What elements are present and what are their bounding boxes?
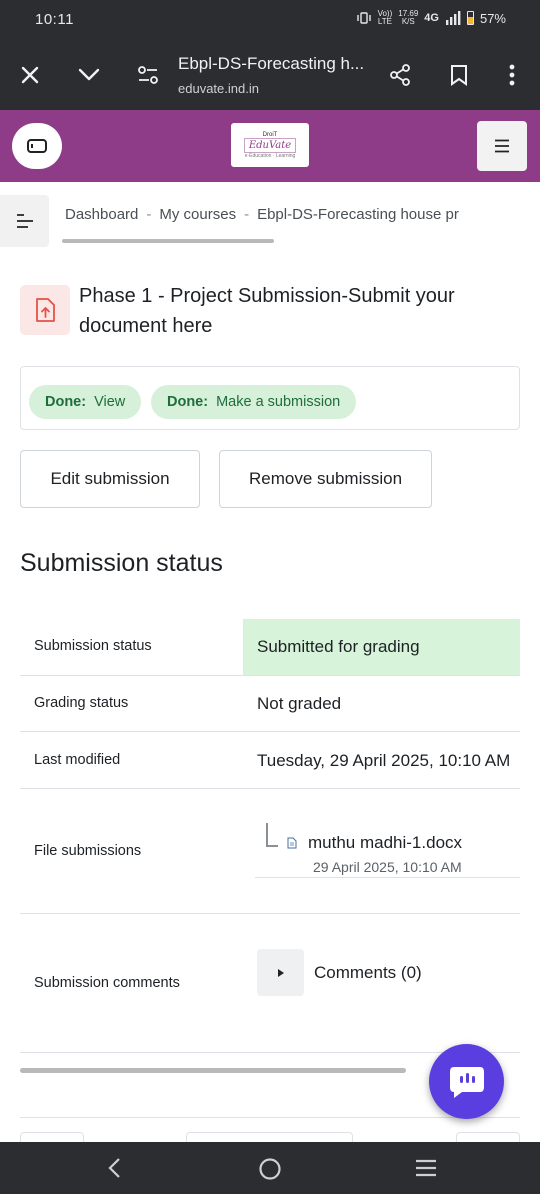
clock: 10:11 [35,11,74,28]
back-icon[interactable] [106,1157,122,1179]
site-logo[interactable]: DroiT EduVate e·Education · Learning [231,123,309,167]
network-type: 4G [424,12,439,24]
row-value: Tuesday, 29 April 2025, 10:10 AM [257,751,511,770]
edit-submission-button[interactable]: Edit submission [20,450,200,508]
breadcrumb-course[interactable]: Ebpl-DS-Forecasting house pr [257,206,459,223]
breadcrumb-separator: - [146,206,152,223]
completion-badge-submission: Done: Make a submission [151,385,357,419]
table-row-last-modified: Last modified Tuesday, 29 April 2025, 10… [20,732,520,789]
expand-triangle-icon [277,968,284,977]
status-icons: Vo)) LTE 17.69 K/S 4G 57% [356,10,506,26]
bookmark-icon[interactable] [446,62,472,88]
section-heading: Submission status [20,549,223,577]
main-menu-button[interactable] [477,121,527,171]
course-index-toggle[interactable] [0,195,49,247]
browser-toolbar: Ebpl-DS-Forecasting h... eduvate.ind.in [0,40,540,110]
home-icon[interactable] [258,1157,282,1181]
file-link[interactable]: muthu madhi-1.docx [308,833,462,853]
breadcrumb-scrollbar[interactable] [62,239,274,243]
system-status-bar: 10:11 Vo)) LTE 17.69 K/S 4G 57% [0,0,540,40]
window-icon [27,139,47,153]
tree-branch [266,823,278,847]
site-settings-icon[interactable] [135,62,161,88]
breadcrumb-separator: - [244,206,250,223]
row-value: Submitted for grading [257,637,420,656]
activity-title: Phase 1 - Project Submission-Submit your… [79,285,455,337]
assignment-icon [20,285,70,335]
vibrate-icon [356,12,371,24]
table-row-grading-status: Grading status Not graded [20,676,520,732]
site-header: DroiT EduVate e·Education · Learning [0,110,540,182]
breadcrumb-my-courses[interactable]: My courses [159,206,236,223]
breadcrumb: Dashboard - My courses - Ebpl-DS-Forecasting… [65,206,477,223]
network-speed: 17.69 K/S [398,9,419,26]
row-label: Grading status [34,695,129,711]
course-index-icon [16,214,33,228]
row-label: Last modified [34,752,121,768]
battery-level: 57% [479,10,506,26]
row-value: Not graded [257,694,342,713]
remove-submission-button[interactable]: Remove submission [219,450,432,508]
row-label: File submissions [34,843,142,859]
share-icon[interactable] [387,62,413,88]
recent-apps-icon[interactable] [415,1159,437,1177]
battery-icon [466,11,474,25]
system-navigation-bar [0,1142,540,1194]
row-label: Submission status [34,638,152,654]
comments-toggle-button[interactable] [257,949,304,996]
table-scrollbar[interactable] [20,1068,406,1073]
page-title: Ebpl-DS-Forecasting h... [178,54,365,73]
completion-info: Done: View Done: Make a submission [20,366,520,430]
table-row-submission-status: Submission status Submitted for grading [20,619,520,676]
divider [20,1117,520,1118]
breadcrumb-dashboard[interactable]: Dashboard [65,206,138,223]
chat-support-button[interactable] [429,1044,504,1119]
tab-switcher-button[interactable] [12,123,62,169]
volte-indicator: Vo)) LTE [377,9,393,26]
file-submission-item: muthu madhi-1.docx 29 April 2025, 10:10 … [255,820,520,878]
row-label: Submission comments [34,975,180,991]
chevron-down-icon[interactable] [76,62,102,88]
more-options-icon[interactable] [499,62,525,88]
file-date: 29 April 2025, 10:10 AM [313,859,462,875]
signal-icon [445,11,461,25]
hamburger-icon [495,139,509,153]
comments-link[interactable]: Comments (0) [314,963,422,983]
close-icon[interactable] [17,62,43,88]
completion-badge-view: Done: View [29,385,142,419]
chat-icon [449,1066,484,1098]
page-url[interactable]: eduvate.ind.in [178,81,259,96]
document-icon [287,837,297,849]
